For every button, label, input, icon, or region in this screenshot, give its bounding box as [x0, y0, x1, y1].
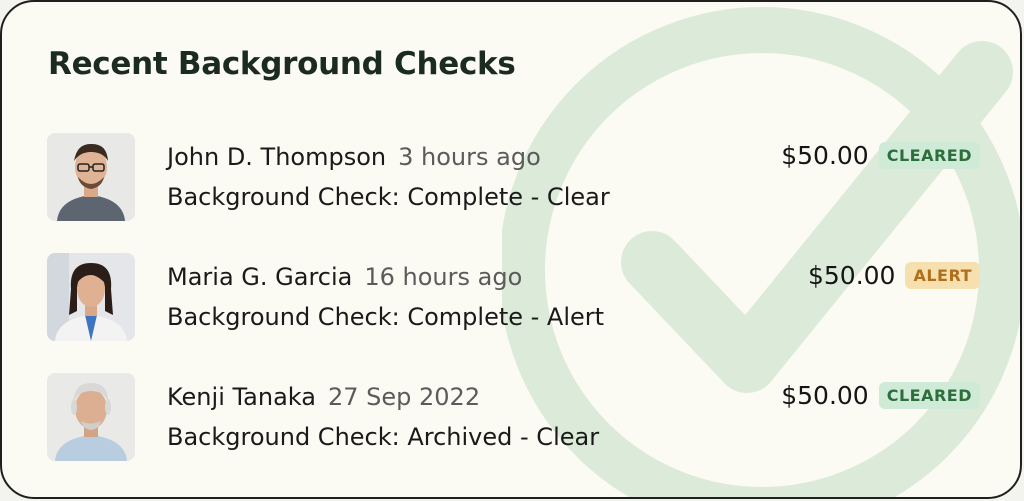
status-badge: ALERT	[905, 262, 980, 289]
avatar	[47, 373, 135, 461]
status-badge: CLEARED	[878, 382, 980, 409]
background-checks-card: Recent Background Checks John D. Thompso…	[0, 0, 1022, 499]
check-description: Background Check: Complete - Alert	[167, 303, 605, 331]
list-item[interactable]: Maria G. Garcia 16 hours ago Background C…	[2, 253, 1020, 353]
timestamp: 16 hours ago	[364, 263, 523, 291]
avatar	[47, 253, 135, 341]
check-description: Background Check: Archived - Clear	[167, 423, 600, 451]
person-name: Maria G. Garcia	[167, 263, 353, 291]
amount: $50.00	[807, 261, 896, 290]
amount-status: $50.00 ALERT	[808, 261, 980, 290]
status-badge: CLEARED	[878, 142, 980, 169]
timestamp: 27 Sep 2022	[327, 383, 481, 411]
name-line: Kenji Tanaka 27 Sep 2022	[167, 383, 480, 411]
amount-status: $50.00 CLEARED	[781, 381, 980, 410]
amount-status: $50.00 CLEARED	[781, 141, 980, 170]
amount: $50.00	[781, 381, 869, 410]
avatar	[47, 133, 135, 221]
person-name: John D. Thompson	[167, 143, 387, 171]
check-description: Background Check: Complete - Clear	[167, 183, 610, 211]
person-name: Kenji Tanaka	[167, 383, 316, 411]
name-line: Maria G. Garcia 16 hours ago	[167, 263, 522, 291]
list-item[interactable]: John D. Thompson 3 hours ago Background C…	[2, 133, 1020, 233]
list-item[interactable]: Kenji Tanaka 27 Sep 2022 Background Check…	[2, 373, 1020, 473]
page-title: Recent Background Checks	[48, 46, 516, 82]
amount: $50.00	[781, 141, 869, 170]
timestamp: 3 hours ago	[398, 143, 541, 171]
name-line: John D. Thompson 3 hours ago	[167, 143, 541, 171]
